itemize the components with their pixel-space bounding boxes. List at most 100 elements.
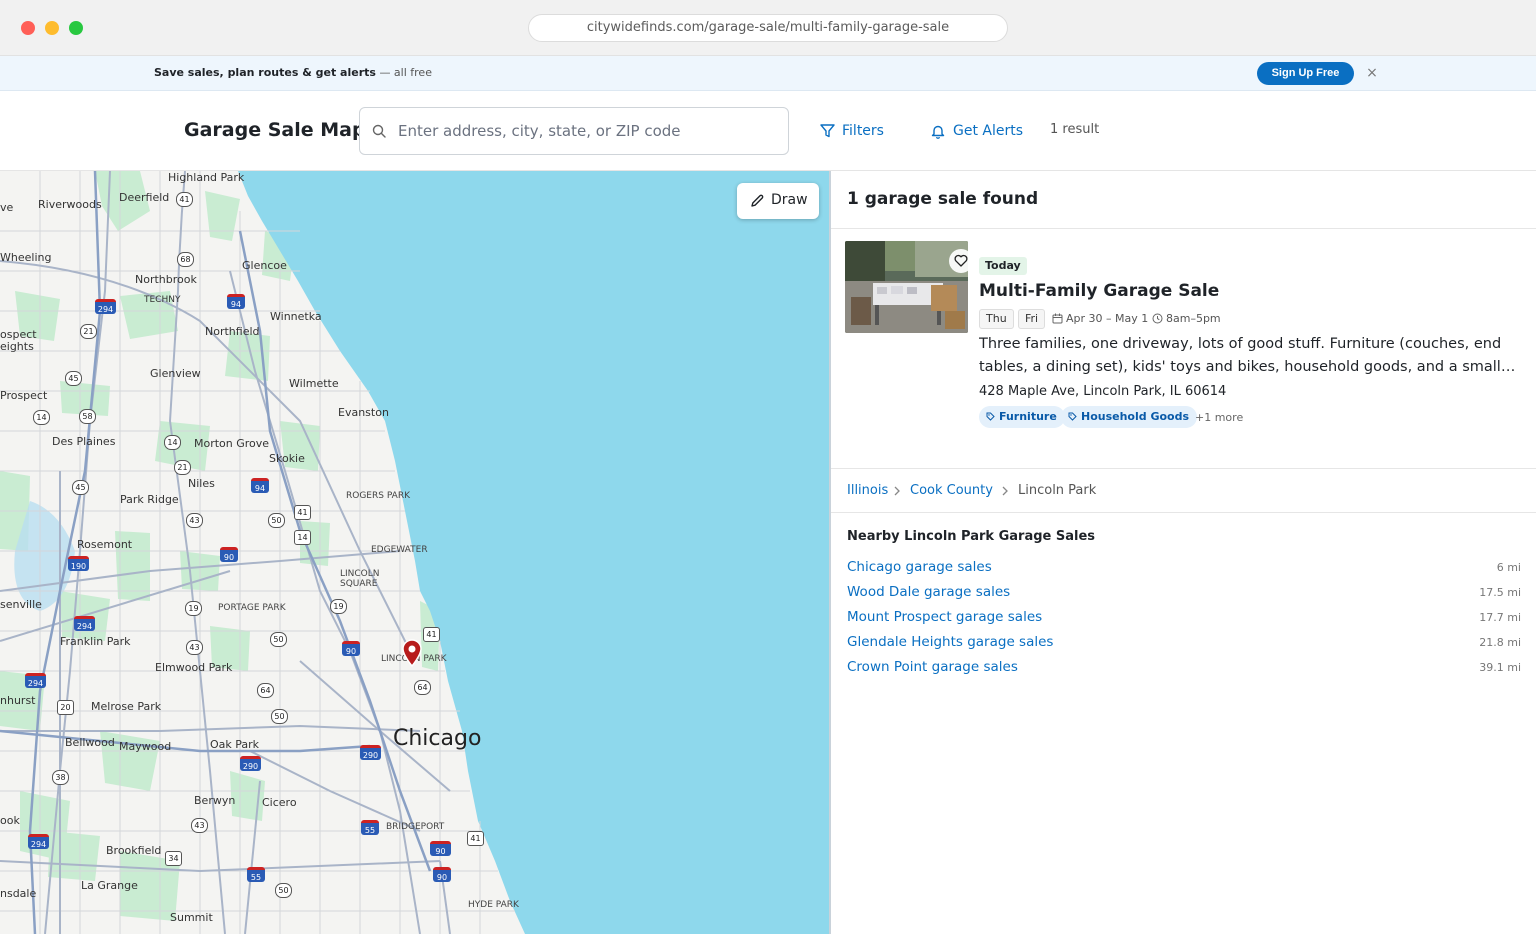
tag-household-goods[interactable]: Household Goods <box>1061 406 1198 428</box>
result-count: 1 result <box>1050 122 1100 137</box>
highway-shield: 50 <box>270 632 287 647</box>
results-panel: 1 garage sale found Today Multi-Family G… <box>831 171 1536 934</box>
nearby-item: Chicago garage sales 6 mi <box>847 559 1521 579</box>
results-heading: 1 garage sale found <box>847 189 1039 209</box>
highway-shield: 64 <box>414 680 431 695</box>
filter-icon <box>820 124 835 138</box>
sale-location-pin-icon[interactable] <box>402 639 422 667</box>
breadcrumb-lincoln-park: Lincoln Park <box>1018 483 1097 498</box>
hours: 8am–5pm <box>1152 312 1232 326</box>
search-icon <box>372 124 386 138</box>
divider <box>831 468 1536 469</box>
page-title: Garage Sale Map <box>184 119 366 141</box>
promo-text: Save sales, plan routes & get alerts — a… <box>154 66 432 79</box>
page-header: Garage Sale Map Filters Get Alerts 1 res… <box>0 91 1536 171</box>
highway-shield: 43 <box>191 818 208 833</box>
highway-shield: 43 <box>186 640 203 655</box>
date-range: Apr 30 – May 1 <box>1052 312 1152 326</box>
highway-shield: 94 <box>227 294 245 309</box>
tag-furniture[interactable]: Furniture <box>979 406 1065 428</box>
highway-shield: 190 <box>68 556 89 571</box>
highway-shield: 21 <box>80 324 97 339</box>
map[interactable]: Highland Park Riverwoods Deerfield Wheel… <box>0 171 829 934</box>
window-minimize-dot[interactable] <box>45 21 59 35</box>
listing-address: 428 Maple Ave, Lincoln Park, IL 60614 <box>979 384 1227 399</box>
breadcrumb-illinois[interactable]: Illinois <box>847 482 888 500</box>
listing-title[interactable]: Multi-Family Garage Sale <box>979 281 1219 301</box>
address-bar[interactable]: citywidefinds.com/garage-sale/multi-fami… <box>528 14 1008 42</box>
highway-shield: 290 <box>360 745 381 760</box>
highway-shield: 21 <box>174 460 191 475</box>
highway-shield: 294 <box>25 673 46 688</box>
highway-shield: 68 <box>177 252 194 267</box>
highway-shield: 41 <box>467 831 484 846</box>
highway-shield: 14 <box>164 435 181 450</box>
sign-up-button[interactable]: Sign Up Free <box>1257 62 1354 85</box>
tag-icon <box>986 412 995 421</box>
window-close-dot[interactable] <box>21 21 35 35</box>
highway-shield: 50 <box>271 709 288 724</box>
filters-button[interactable]: Filters <box>820 121 900 141</box>
highway-shield: 64 <box>257 683 274 698</box>
highway-shield: 294 <box>28 834 49 849</box>
nearby-link[interactable]: Crown Point garage sales <box>847 659 1018 675</box>
window-zoom-dot[interactable] <box>69 21 83 35</box>
listing-description: Three families, one driveway, lots of go… <box>979 336 1516 375</box>
nearby-distance: 17.5 mi <box>1479 586 1521 599</box>
browser-chrome: citywidefinds.com/garage-sale/multi-fami… <box>0 0 1536 56</box>
heart-icon <box>954 254 968 267</box>
alerts-label: Get Alerts <box>953 123 1024 139</box>
more-tags[interactable]: +1 more <box>1195 411 1243 424</box>
pencil-icon <box>751 194 764 207</box>
breadcrumb: Illinois Cook County Lincoln Park <box>847 482 1447 500</box>
highway-shield: 45 <box>65 371 82 386</box>
hours-text: 8am–5pm <box>1166 312 1221 325</box>
nearby-link[interactable]: Glendale Heights garage sales <box>847 634 1053 650</box>
nearby-distance: 21.8 mi <box>1479 636 1521 649</box>
nearby-item: Mount Prospect garage sales 17.7 mi <box>847 609 1521 629</box>
breadcrumb-cook-county[interactable]: Cook County <box>910 482 993 500</box>
listing-photo[interactable] <box>845 241 968 333</box>
highway-shield: 90 <box>430 841 451 856</box>
highway-shield: 90 <box>433 867 451 882</box>
draw-button[interactable]: Draw <box>737 183 819 219</box>
chevron-right-icon <box>894 486 900 496</box>
banner-close-icon[interactable]: × <box>1364 64 1380 82</box>
calendar-icon <box>1052 313 1063 324</box>
search-box[interactable] <box>359 107 789 155</box>
bell-icon <box>931 125 945 139</box>
highway-shield: 43 <box>186 513 203 528</box>
nearby-item: Crown Point garage sales 39.1 mi <box>847 659 1521 679</box>
listing-card[interactable]: Today Multi-Family Garage Sale Thu Fri A… <box>831 229 1536 469</box>
highway-shield: 294 <box>74 616 95 631</box>
nearby-link[interactable]: Mount Prospect garage sales <box>847 609 1042 625</box>
nearby-link[interactable]: Wood Dale garage sales <box>847 584 1010 600</box>
nearby-link[interactable]: Chicago garage sales <box>847 559 992 575</box>
day-chip: Fri <box>1018 309 1046 329</box>
divider <box>831 512 1536 513</box>
highway-shield: 90 <box>220 547 238 562</box>
highway-shield: 55 <box>361 820 379 835</box>
nearby-distance: 39.1 mi <box>1479 661 1521 674</box>
tag-label: Furniture <box>999 410 1057 423</box>
favorite-button[interactable] <box>949 249 968 273</box>
highway-shield: 90 <box>342 641 360 656</box>
nearby-distance: 6 mi <box>1496 561 1521 574</box>
today-badge: Today <box>979 257 1027 275</box>
highway-shield: 34 <box>165 851 182 866</box>
highway-shield: 41 <box>176 192 193 207</box>
highway-shields: 41 68 94 294 21 45 58 14 14 21 45 94 41 … <box>0 171 829 934</box>
tag-label: Household Goods <box>1081 410 1190 423</box>
nearby-distance: 17.7 mi <box>1479 611 1521 624</box>
promo-rest-text: — all free <box>379 66 432 79</box>
highway-shield: 14 <box>33 410 50 425</box>
highway-shield: 19 <box>185 601 202 616</box>
highway-shield: 20 <box>57 700 74 715</box>
search-input[interactable] <box>398 116 778 146</box>
get-alerts-button[interactable]: Get Alerts <box>931 121 1031 141</box>
clock-icon <box>1152 313 1163 324</box>
highway-shield: 55 <box>247 867 265 882</box>
highway-shield: 94 <box>251 478 269 493</box>
nearby-item: Glendale Heights garage sales 21.8 mi <box>847 634 1521 654</box>
highway-shield: 38 <box>52 770 69 785</box>
